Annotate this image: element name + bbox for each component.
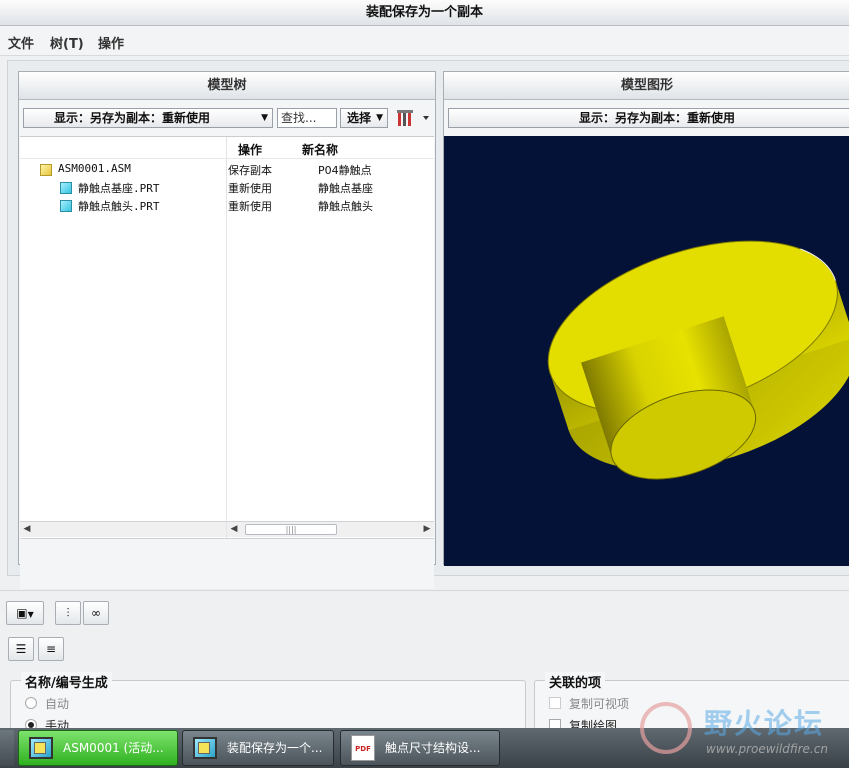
- model-tree-panel: 模型树 显示：另存为副本：重新使用 ▼ 查找... 选择 ▼ 操作 新名称 AS…: [18, 71, 436, 589]
- taskbar-start-edge: [0, 730, 14, 766]
- tree-row-action[interactable]: 重新使用: [228, 180, 272, 196]
- taskbar-item-asm0001[interactable]: ASM0001 (活动...: [18, 730, 178, 766]
- related-items-title: 关联的项: [545, 672, 606, 691]
- model-tree-table: 操作 新名称 ASM0001.ASM 保存副本 P04静触点 静触点基座.PRT…: [20, 136, 434, 589]
- right-horizontal-scrollbar[interactable]: ◀ |||| ▶: [227, 521, 434, 537]
- name-generation-title: 名称/编号生成: [21, 672, 112, 691]
- menu-file[interactable]: 文件: [8, 33, 34, 52]
- expand-list-button[interactable]: ≡: [38, 637, 64, 661]
- list-dense-icon: ☰: [15, 642, 27, 656]
- graphics-viewport[interactable]: [444, 136, 849, 566]
- taskbar-item-save-copy[interactable]: 装配保存为一个...: [182, 730, 334, 766]
- auto-label: 自动: [45, 697, 70, 711]
- tree-search-input[interactable]: 查找...: [277, 108, 337, 128]
- column-header-action[interactable]: 操作: [238, 141, 262, 158]
- taskbar-item-label: ASM0001 (活动...: [63, 741, 164, 755]
- chevron-down-icon: ▼: [27, 610, 34, 619]
- glasses-icon: ∞: [91, 606, 101, 620]
- menu-tree[interactable]: 树(T): [50, 33, 84, 52]
- menu-bar: 文件 树(T) 操作: [0, 26, 849, 56]
- taskbar-item-label: 装配保存为一个...: [227, 741, 323, 755]
- creo-app-icon: [29, 737, 53, 759]
- tree-row-new-name[interactable]: 静触点基座: [318, 180, 373, 196]
- preview-button[interactable]: ∞: [83, 601, 109, 625]
- layout-dropdown-button[interactable]: ▣▼: [6, 601, 44, 625]
- tree-display-label: 显示：另存为副本：重新使用: [54, 111, 211, 125]
- copy-views-label: 复制可视项: [569, 697, 630, 711]
- tree-structure-icon: ⫶: [66, 606, 70, 620]
- tree-row-action[interactable]: 重新使用: [228, 198, 272, 214]
- graphics-display-dropdown[interactable]: 显示：另存为副本：重新使用: [448, 108, 849, 128]
- scroll-right-icon[interactable]: ▶: [420, 522, 434, 537]
- select-label: 选择: [347, 111, 372, 125]
- tree-display-dropdown[interactable]: 显示：另存为副本：重新使用 ▼: [23, 108, 273, 128]
- tree-row-name: 静触点基座.PRT: [78, 182, 160, 195]
- select-dropdown[interactable]: 选择 ▼: [340, 108, 388, 128]
- copy-views-checkbox[interactable]: [549, 697, 561, 709]
- scrollbar-thumb[interactable]: ||||: [245, 524, 337, 535]
- pdf-icon: PDF: [351, 735, 375, 761]
- graphics-display-label: 显示：另存为副本：重新使用: [579, 111, 736, 125]
- taskbar-item-pdf[interactable]: PDF 触点尺寸结构设...: [340, 730, 500, 766]
- collapse-list-button[interactable]: ☰: [8, 637, 34, 661]
- auto-radio[interactable]: [25, 697, 37, 709]
- column-header-new-name[interactable]: 新名称: [302, 141, 338, 158]
- lower-toolbar: ▣▼ ⫶ ∞ ☰ ≡: [0, 590, 849, 668]
- tree-row[interactable]: ASM0001.ASM 保存副本 P04静触点: [20, 162, 434, 180]
- tools-icon: [397, 110, 429, 126]
- scroll-left-icon[interactable]: ◀: [20, 522, 34, 537]
- taskbar: ASM0001 (活动... 装配保存为一个... PDF 触点尺寸结构设...: [0, 728, 849, 768]
- chevron-down-icon: ▼: [376, 113, 383, 123]
- tools-menu-button[interactable]: [395, 108, 433, 128]
- menu-action[interactable]: 操作: [98, 33, 124, 52]
- tree-row-name: 静触点触头.PRT: [78, 200, 160, 213]
- tree-row[interactable]: 静触点触头.PRT 重新使用 静触点触头: [20, 198, 434, 216]
- tree-row-name: ASM0001.ASM: [58, 162, 131, 175]
- scroll-left-icon[interactable]: ◀: [227, 522, 241, 537]
- model-3d-render: [547, 240, 849, 480]
- model-tree-title: 模型树: [19, 72, 435, 100]
- assembly-icon: [40, 164, 52, 176]
- creo-app-icon: [193, 737, 217, 759]
- window-title: 装配保存为一个副本: [0, 0, 849, 26]
- tree-row[interactable]: 静触点基座.PRT 重新使用 静触点基座: [20, 180, 434, 198]
- list-icon: ≡: [45, 642, 57, 656]
- left-horizontal-scrollbar[interactable]: ◀: [20, 521, 226, 537]
- tree-footer: [20, 538, 434, 589]
- model-graphics-panel: 模型图形 显示：另存为副本：重新使用: [443, 71, 849, 566]
- taskbar-item-label: 触点尺寸结构设...: [385, 741, 481, 755]
- tree-row-new-name[interactable]: P04静触点: [318, 162, 372, 178]
- tree-view-button[interactable]: ⫶: [55, 601, 81, 625]
- part-icon: [60, 200, 72, 212]
- model-graphics-title: 模型图形: [444, 72, 849, 100]
- tree-row-new-name[interactable]: 静触点触头: [318, 198, 373, 214]
- header-separator: [20, 158, 434, 159]
- chevron-down-icon: ▼: [261, 113, 268, 123]
- main-area: 模型树 显示：另存为副本：重新使用 ▼ 查找... 选择 ▼ 操作 新名称 AS…: [7, 60, 849, 589]
- layout-icon: ▣: [16, 606, 28, 620]
- tree-row-action[interactable]: 保存副本: [228, 162, 272, 178]
- part-icon: [60, 182, 72, 194]
